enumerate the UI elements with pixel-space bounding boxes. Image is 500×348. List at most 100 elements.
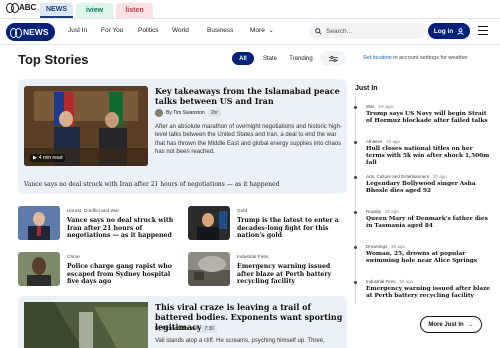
just-in-item[interactable]: War 1m ago Trump says US Navy will begin … bbox=[354, 104, 491, 125]
timeline-dot bbox=[354, 106, 357, 109]
just-in-meta: Industrial Fires 5h ago bbox=[366, 279, 491, 284]
filter-state[interactable]: State bbox=[258, 52, 282, 65]
card-image[interactable] bbox=[18, 206, 60, 240]
just-in-meta: Athletes 2h ago bbox=[366, 139, 491, 144]
nav-more-label: More bbox=[250, 27, 265, 34]
abc-lissajous-icon bbox=[6, 3, 19, 13]
just-in-headline[interactable]: Emergency warning issued after blaze at … bbox=[366, 286, 491, 300]
just-in-category[interactable]: War bbox=[366, 104, 374, 109]
search-input[interactable]: Search... bbox=[309, 23, 426, 39]
tab-news[interactable]: NEWS bbox=[40, 3, 73, 18]
just-in-category[interactable]: Industrial Fires bbox=[366, 279, 396, 284]
just-in-headline[interactable]: Legendary Bollywood singer Asha Bhosle d… bbox=[366, 181, 491, 195]
card-image[interactable] bbox=[188, 206, 230, 240]
just-in-category[interactable]: Athletes bbox=[366, 139, 382, 144]
card-category[interactable]: Gold bbox=[237, 209, 247, 214]
nav-for-you[interactable]: For You bbox=[101, 27, 123, 34]
card-photo-vance bbox=[18, 206, 60, 240]
card-image[interactable] bbox=[18, 252, 60, 286]
feature-byline: By Tim Swanston 1hr bbox=[155, 109, 221, 117]
card-photo-fire bbox=[188, 252, 230, 286]
media-label-text: 4 min read bbox=[38, 155, 63, 161]
just-in-time: 1m ago bbox=[378, 104, 394, 109]
just-in-time: 2h ago bbox=[386, 139, 401, 144]
nav-politics[interactable]: Politics bbox=[138, 27, 159, 34]
abc-news-logo[interactable]: NEWS bbox=[6, 23, 55, 41]
just-in-meta: Drownings 4h ago bbox=[366, 244, 491, 249]
filter-settings-button[interactable] bbox=[320, 51, 346, 66]
feature-secondary-author[interactable]: By Richard Mockler bbox=[155, 326, 198, 332]
just-in-headline[interactable]: Queen Mary of Denmark's father dies in T… bbox=[366, 216, 491, 230]
card-title[interactable]: Emergency warning issued after blaze at … bbox=[237, 263, 347, 286]
feature-headline[interactable]: Key takeaways from the Islamabad peace t… bbox=[155, 86, 340, 106]
abc-lissajous-icon bbox=[10, 28, 22, 38]
feature-related-link[interactable]: Vance says no deal struck with Iran afte… bbox=[24, 181, 344, 188]
login-label: Log in bbox=[433, 27, 454, 35]
just-in-list: War 1m ago Trump says US Navy will begin … bbox=[354, 96, 490, 304]
just-in-headline[interactable]: Trump says US Navy will begin Strait of … bbox=[366, 111, 491, 125]
arrow-right-icon: → bbox=[467, 321, 474, 328]
just-in-category[interactable]: Royalty bbox=[366, 209, 381, 214]
just-in-meta: Arts, Culture and Entertainment 3h ago bbox=[366, 174, 491, 179]
set-location-link[interactable]: Set location bbox=[363, 55, 392, 61]
user-icon bbox=[457, 27, 464, 35]
card-image[interactable] bbox=[188, 252, 230, 286]
card-title[interactable]: Police charge gang rapist who escaped fr… bbox=[67, 263, 179, 286]
just-in-item[interactable]: Drownings 4h ago Woman, 25, drowns at pop… bbox=[354, 244, 491, 265]
card-title[interactable]: Vance says no deal struck with Iran afte… bbox=[67, 217, 179, 240]
chevron-down-icon: ⌄ bbox=[268, 28, 274, 34]
filter-all[interactable]: All bbox=[232, 52, 254, 65]
just-in-heading: Just In bbox=[355, 85, 378, 92]
more-just-in-button[interactable]: More Just In → bbox=[420, 316, 482, 333]
just-in-time: 3h ago bbox=[385, 209, 399, 214]
abc-logo[interactable]: ABC bbox=[6, 3, 37, 13]
nav-just-in[interactable]: Just In bbox=[68, 27, 87, 34]
feature-secondary-photo bbox=[24, 302, 148, 348]
card-category[interactable]: Industrial Fires bbox=[237, 255, 268, 260]
nav-more[interactable]: More ⌄ bbox=[250, 27, 274, 34]
just-in-category[interactable]: Arts, Culture and Entertainment bbox=[366, 174, 429, 179]
card-title[interactable]: Trump is the latest to enter a decades-l… bbox=[237, 217, 347, 240]
card-photo-trump bbox=[188, 206, 230, 240]
tab-listen[interactable]: listen bbox=[116, 3, 153, 18]
abc-logo-text: ABC bbox=[19, 3, 37, 12]
feature-secondary-byline: By Richard Mockler 7:30 bbox=[155, 325, 218, 333]
just-in-headline[interactable]: Woman, 25, drowns at popular swimming ho… bbox=[366, 251, 491, 265]
just-in-item[interactable]: Athletes 2h ago Hull closes national titl… bbox=[354, 139, 491, 167]
card-category[interactable]: Unrest, Conflict and War bbox=[67, 209, 119, 214]
feature-author[interactable]: By Tim Swanston bbox=[166, 110, 205, 116]
more-just-in-label: More Just In bbox=[428, 321, 464, 328]
login-button[interactable]: Log in bbox=[428, 23, 470, 39]
page-title: Top Stories bbox=[18, 52, 89, 67]
location-note: Set location in account settings for wea… bbox=[363, 55, 468, 61]
feature-secondary-summary: Vali stands atop a cliff. He screams, ps… bbox=[155, 338, 325, 344]
tab-iview[interactable]: iview bbox=[76, 3, 113, 18]
just-in-time: 3h ago bbox=[433, 174, 447, 179]
just-in-headline[interactable]: Hull closes national titles on her terms… bbox=[366, 146, 491, 167]
card-photo-police bbox=[18, 252, 60, 286]
nav-world[interactable]: World bbox=[172, 27, 189, 34]
timeline-dot bbox=[354, 211, 357, 214]
feature-secondary-chip: 7:30 bbox=[201, 325, 218, 333]
card-category[interactable]: Crime bbox=[67, 255, 80, 260]
just-in-item[interactable]: Arts, Culture and Entertainment 3h ago Le… bbox=[354, 174, 491, 195]
just-in-category[interactable]: Drownings bbox=[366, 244, 387, 249]
timeline-dot bbox=[354, 281, 357, 284]
just-in-item[interactable]: Industrial Fires 5h ago Emergency warning… bbox=[354, 279, 491, 300]
just-in-meta: War 1m ago bbox=[366, 104, 491, 109]
sliders-icon bbox=[328, 55, 338, 62]
timeline-dot bbox=[354, 176, 357, 179]
nav-business[interactable]: Business bbox=[207, 27, 233, 34]
location-note-text: in account settings for weather bbox=[391, 55, 468, 61]
just-in-meta: Royalty 3h ago bbox=[366, 209, 491, 214]
filter-trending[interactable]: Trending bbox=[285, 52, 317, 65]
feature-secondary-image[interactable] bbox=[24, 302, 148, 348]
author-avatar bbox=[155, 109, 163, 117]
search-icon bbox=[315, 27, 322, 35]
just-in-item[interactable]: Royalty 3h ago Queen Mary of Denmark's fa… bbox=[354, 209, 491, 230]
media-label: ▶ 4 min read bbox=[30, 154, 66, 162]
feature-chip: 1hr bbox=[207, 109, 221, 117]
search-placeholder: Search... bbox=[326, 27, 353, 35]
feature-summary: After an absolute marathon of overnight … bbox=[155, 124, 342, 155]
menu-icon[interactable] bbox=[478, 26, 488, 35]
